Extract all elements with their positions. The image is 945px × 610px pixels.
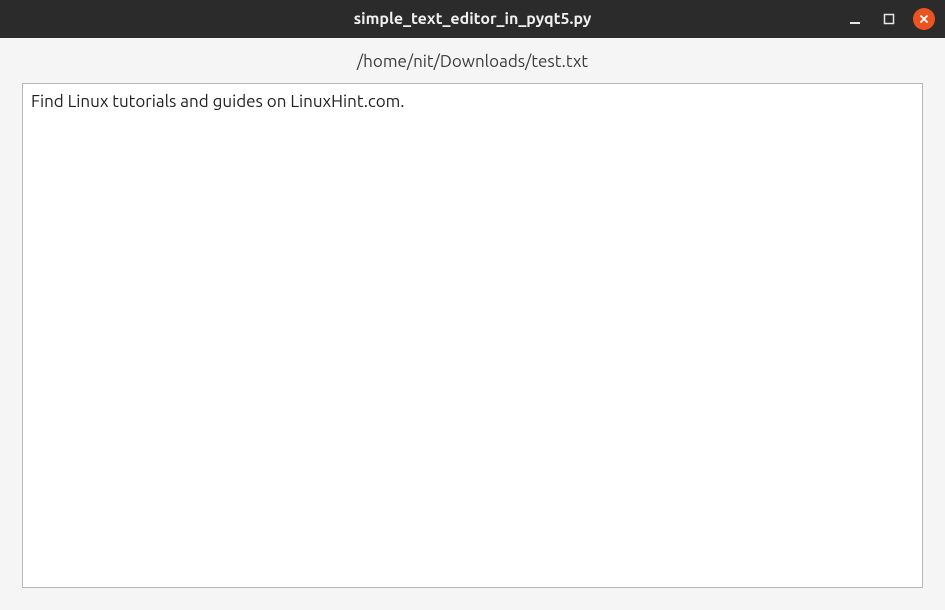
content-area: /home/nit/Downloads/test.txt <box>0 38 945 610</box>
minimize-icon <box>849 13 861 25</box>
text-editor[interactable] <box>23 84 922 587</box>
close-icon <box>918 13 930 25</box>
titlebar: simple_text_editor_in_pyqt5.py <box>0 0 945 38</box>
maximize-button[interactable] <box>879 9 899 29</box>
minimize-button[interactable] <box>845 9 865 29</box>
editor-container <box>22 83 923 588</box>
application-window: simple_text_editor_in_pyqt5.py /home/ni <box>0 0 945 610</box>
window-title: simple_text_editor_in_pyqt5.py <box>354 10 592 28</box>
maximize-icon <box>883 13 895 25</box>
close-button[interactable] <box>913 8 935 30</box>
file-path-label: /home/nit/Downloads/test.txt <box>0 38 945 83</box>
titlebar-controls <box>845 0 935 38</box>
